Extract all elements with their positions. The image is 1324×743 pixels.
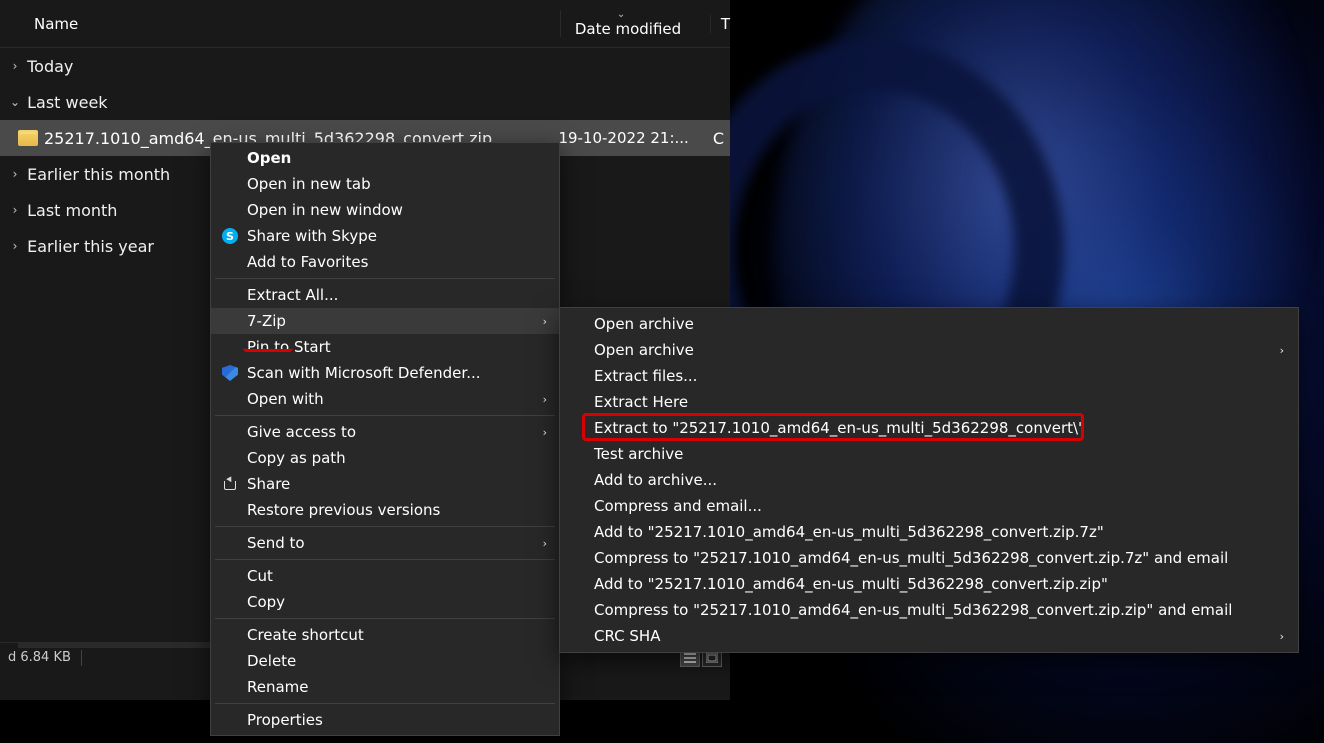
menu-open-new-window[interactable]: Open in new window <box>211 197 559 223</box>
submenu-arrow-icon: › <box>543 426 547 439</box>
submenu-arrow-icon: › <box>1280 344 1284 357</box>
group-last-week[interactable]: ⌄ Last week <box>0 84 730 120</box>
submenu-crc-sha[interactable]: CRC SHA › <box>560 623 1298 649</box>
menu-send-to[interactable]: Send to › <box>211 530 559 556</box>
menu-share-skype[interactable]: S Share with Skype <box>211 223 559 249</box>
menu-separator <box>215 618 555 619</box>
menu-label: Scan with Microsoft Defender... <box>247 364 481 382</box>
chevron-right-icon: › <box>8 59 22 73</box>
submenu-compress-zip-email[interactable]: Compress to "25217.1010_amd64_en-us_mult… <box>560 597 1298 623</box>
menu-label: Share with Skype <box>247 227 377 245</box>
group-label: Earlier this month <box>27 165 170 184</box>
menu-add-favorites[interactable]: Add to Favorites <box>211 249 559 275</box>
menu-give-access[interactable]: Give access to › <box>211 419 559 445</box>
submenu-arrow-icon: › <box>543 315 547 328</box>
menu-7zip[interactable]: 7-Zip › <box>211 308 559 334</box>
submenu-add-to-archive[interactable]: Add to archive... <box>560 467 1298 493</box>
menu-open-with[interactable]: Open with › <box>211 386 559 412</box>
column-header-row: Name ⌄ Date modified T <box>0 0 730 48</box>
menu-label: CRC SHA <box>594 627 660 645</box>
menu-label: Open with <box>247 390 324 408</box>
menu-label: Give access to <box>247 423 356 441</box>
submenu-add-to-zip[interactable]: Add to "25217.1010_amd64_en-us_multi_5d3… <box>560 571 1298 597</box>
menu-label: Open archive <box>594 341 694 359</box>
submenu-open-archive-flyout[interactable]: Open archive › <box>560 337 1298 363</box>
chevron-right-icon: › <box>8 239 22 253</box>
submenu-arrow-icon: › <box>543 537 547 550</box>
menu-share[interactable]: Share <box>211 471 559 497</box>
menu-extract-all[interactable]: Extract All... <box>211 282 559 308</box>
menu-separator <box>215 526 555 527</box>
status-separator <box>81 650 82 666</box>
menu-create-shortcut[interactable]: Create shortcut <box>211 622 559 648</box>
submenu-open-archive[interactable]: Open archive <box>560 311 1298 337</box>
column-date-label: Date modified <box>575 22 681 37</box>
group-label: Last month <box>27 201 117 220</box>
menu-separator <box>215 559 555 560</box>
column-type[interactable]: T <box>710 15 730 33</box>
submenu-compress-email[interactable]: Compress and email... <box>560 493 1298 519</box>
context-menu: Open Open in new tab Open in new window … <box>210 142 560 736</box>
group-label: Last week <box>27 93 107 112</box>
chevron-right-icon: › <box>8 203 22 217</box>
file-type-initial: C <box>713 129 730 148</box>
submenu-compress-7z-email[interactable]: Compress to "25217.1010_amd64_en-us_mult… <box>560 545 1298 571</box>
column-date-modified[interactable]: ⌄ Date modified <box>560 10 710 37</box>
submenu-extract-files[interactable]: Extract files... <box>560 363 1298 389</box>
status-size: d 6.84 KB <box>8 650 71 665</box>
column-name[interactable]: Name <box>0 15 560 33</box>
group-today[interactable]: › Today <box>0 48 730 84</box>
submenu-test-archive[interactable]: Test archive <box>560 441 1298 467</box>
share-icon <box>221 475 239 493</box>
menu-separator <box>215 415 555 416</box>
menu-label: Share <box>247 475 290 493</box>
group-label: Earlier this year <box>27 237 154 256</box>
menu-open[interactable]: Open <box>211 145 559 171</box>
submenu-arrow-icon: › <box>543 393 547 406</box>
menu-copy-as-path[interactable]: Copy as path <box>211 445 559 471</box>
menu-scan-defender[interactable]: Scan with Microsoft Defender... <box>211 360 559 386</box>
menu-cut[interactable]: Cut <box>211 563 559 589</box>
menu-restore-versions[interactable]: Restore previous versions <box>211 497 559 523</box>
grid-icon <box>706 653 718 663</box>
sort-indicator-icon: ⌄ <box>617 10 625 20</box>
menu-pin-start[interactable]: Pin to Start <box>211 334 559 360</box>
menu-open-new-tab[interactable]: Open in new tab <box>211 171 559 197</box>
submenu-add-to-7z[interactable]: Add to "25217.1010_amd64_en-us_multi_5d3… <box>560 519 1298 545</box>
file-date: 19-10-2022 21:... <box>558 129 712 147</box>
submenu-extract-to-folder[interactable]: Extract to "25217.1010_amd64_en-us_multi… <box>560 415 1298 441</box>
menu-properties[interactable]: Properties <box>211 707 559 733</box>
chevron-down-icon: ⌄ <box>8 95 22 109</box>
defender-shield-icon <box>221 364 239 382</box>
skype-icon: S <box>221 227 239 245</box>
menu-separator <box>215 703 555 704</box>
seven-zip-submenu: Open archive Open archive › Extract file… <box>559 307 1299 653</box>
zip-file-icon <box>18 130 38 146</box>
menu-rename[interactable]: Rename <box>211 674 559 700</box>
submenu-extract-here[interactable]: Extract Here <box>560 389 1298 415</box>
menu-copy[interactable]: Copy <box>211 589 559 615</box>
submenu-arrow-icon: › <box>1280 630 1284 643</box>
menu-delete[interactable]: Delete <box>211 648 559 674</box>
menu-label: 7-Zip <box>247 312 286 330</box>
list-icon <box>684 653 696 663</box>
menu-label: Send to <box>247 534 305 552</box>
chevron-right-icon: › <box>8 167 22 181</box>
menu-separator <box>215 278 555 279</box>
group-label: Today <box>27 57 73 76</box>
